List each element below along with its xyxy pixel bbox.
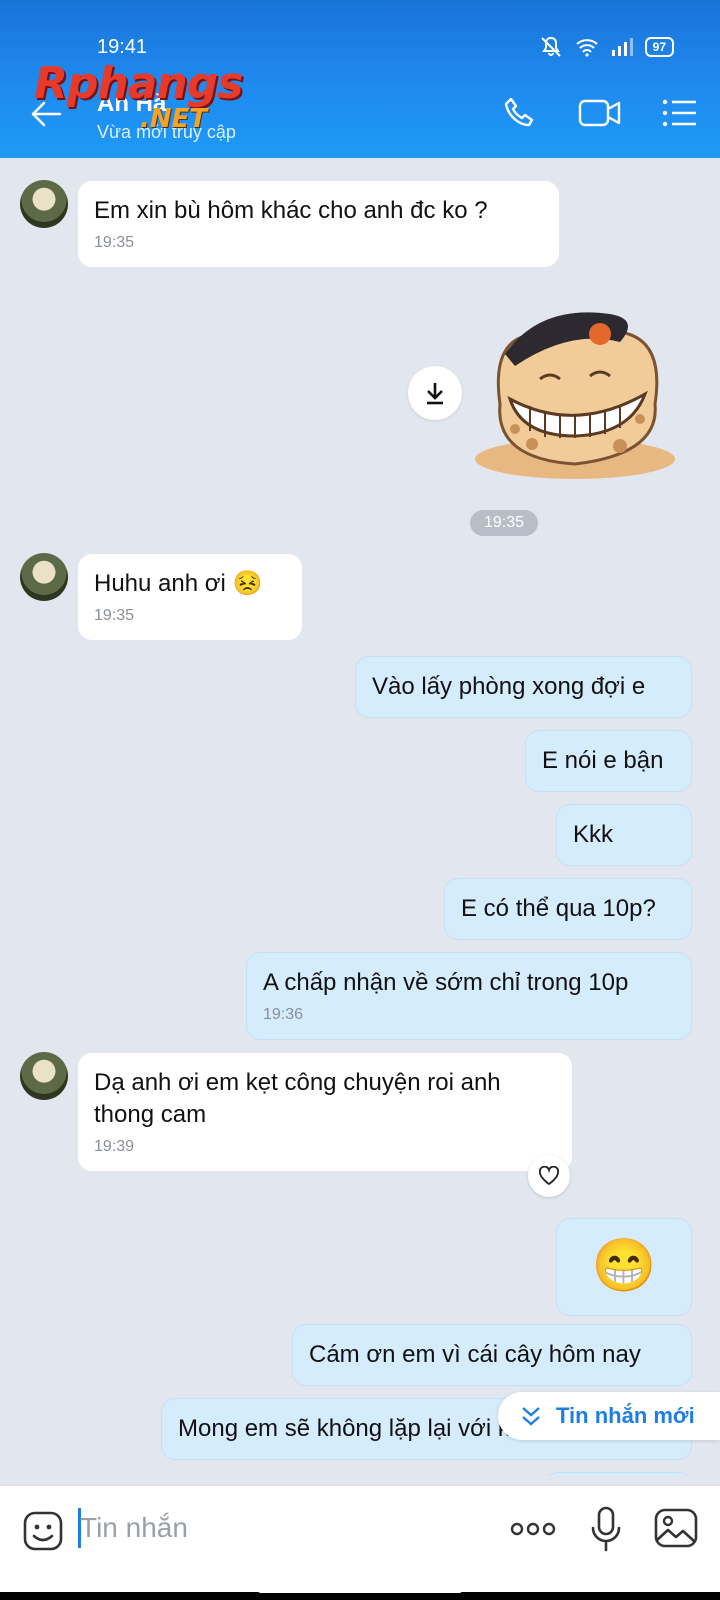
mute-icon: [540, 36, 561, 57]
message-bubble-outgoing[interactable]: Kkk: [556, 804, 692, 866]
avatar[interactable]: [20, 180, 68, 228]
message-bubble-outgoing[interactable]: Cám ơn em vì cái cây hôm nay: [292, 1324, 692, 1386]
message-text: A chấp nhận về sớm chỉ trong 10p: [263, 969, 629, 996]
image-gallery-icon[interactable]: [654, 1508, 698, 1548]
message-bubble-outgoing[interactable]: Vào lấy phòng xong đợi e: [355, 656, 692, 718]
microphone-icon[interactable]: [590, 1506, 622, 1552]
message-text: E có thể qua 10p?: [461, 895, 656, 922]
message-bubble-outgoing[interactable]: E nói e bận: [525, 730, 692, 792]
message-text: Huhu anh ơi 😣: [94, 570, 263, 597]
wifi-icon: [575, 39, 598, 57]
laughing-blob-sticker[interactable]: [470, 294, 680, 484]
message-text: Cám ơn em vì cái cây hôm nay: [309, 1341, 641, 1368]
message-text: Kkk: [573, 821, 614, 848]
message-time-pill: 19:35: [470, 510, 538, 536]
watermark-logo: Rphangs: [34, 58, 243, 109]
double-chevron-down-icon: [522, 1407, 540, 1426]
message-bubble-outgoing[interactable]: A chấp nhận về sớm chỉ trong 10p 19:36: [246, 952, 692, 1040]
message-bubble-incoming[interactable]: Dạ anh ơi em kẹt công chuyện roi anh tho…: [78, 1053, 572, 1171]
menu-list-icon[interactable]: [662, 98, 698, 128]
download-icon: [427, 383, 443, 405]
composer-bar: Tin nhắn: [0, 1485, 720, 1595]
message-time: 19:35: [94, 607, 135, 624]
watermark-logo-suffix: .NET: [140, 104, 208, 134]
message-bubble-outgoing[interactable]: 😁: [556, 1218, 692, 1316]
message-text: Em xin bù hôm khác cho anh đc ko ?: [94, 197, 488, 224]
message-time: 19:35: [94, 234, 135, 251]
message-time: 19:39: [94, 1138, 135, 1155]
video-icon[interactable]: [578, 97, 622, 129]
avatar[interactable]: [20, 553, 68, 601]
status-time: 19:41: [97, 36, 148, 58]
heart-icon: [538, 1166, 560, 1186]
system-nav-bar: [0, 1592, 720, 1600]
status-icons: 97: [539, 36, 674, 58]
message-time: 19:36: [263, 1006, 304, 1023]
react-button[interactable]: [528, 1155, 570, 1197]
phone-icon[interactable]: [502, 95, 538, 131]
new-messages-label: Tin nhắn mới: [556, 1403, 695, 1428]
download-button[interactable]: [408, 366, 462, 420]
message-text: Vào lấy phòng xong đợi e: [372, 673, 646, 700]
message-bubble-incoming[interactable]: Em xin bù hôm khác cho anh đc ko ? 19:35: [78, 181, 559, 267]
home-gesture-handle[interactable]: [258, 1588, 462, 1593]
message-bubble-incoming[interactable]: Huhu anh ơi 😣 19:35: [78, 554, 302, 640]
more-options-icon[interactable]: [510, 1522, 556, 1536]
avatar[interactable]: [20, 1052, 68, 1100]
message-emoji: 😁: [591, 1237, 657, 1295]
chat-header: 19:41 97 An Hà Vừa mới truy cập Rphangs …: [0, 0, 720, 158]
message-bubble-outgoing[interactable]: E có thể qua 10p?: [444, 878, 692, 940]
message-text: Dạ anh ơi em kẹt công chuyện roi anh tho…: [94, 1069, 501, 1128]
message-input[interactable]: Tin nhắn: [80, 1512, 188, 1544]
message-text: E nói e bận: [542, 747, 664, 774]
battery-indicator: 97: [644, 37, 674, 57]
sticker-emoji-icon[interactable]: [22, 1510, 64, 1552]
signal-icon: [611, 38, 633, 56]
header-actions: [502, 95, 698, 131]
new-messages-button[interactable]: Tin nhắn mới: [498, 1392, 720, 1440]
